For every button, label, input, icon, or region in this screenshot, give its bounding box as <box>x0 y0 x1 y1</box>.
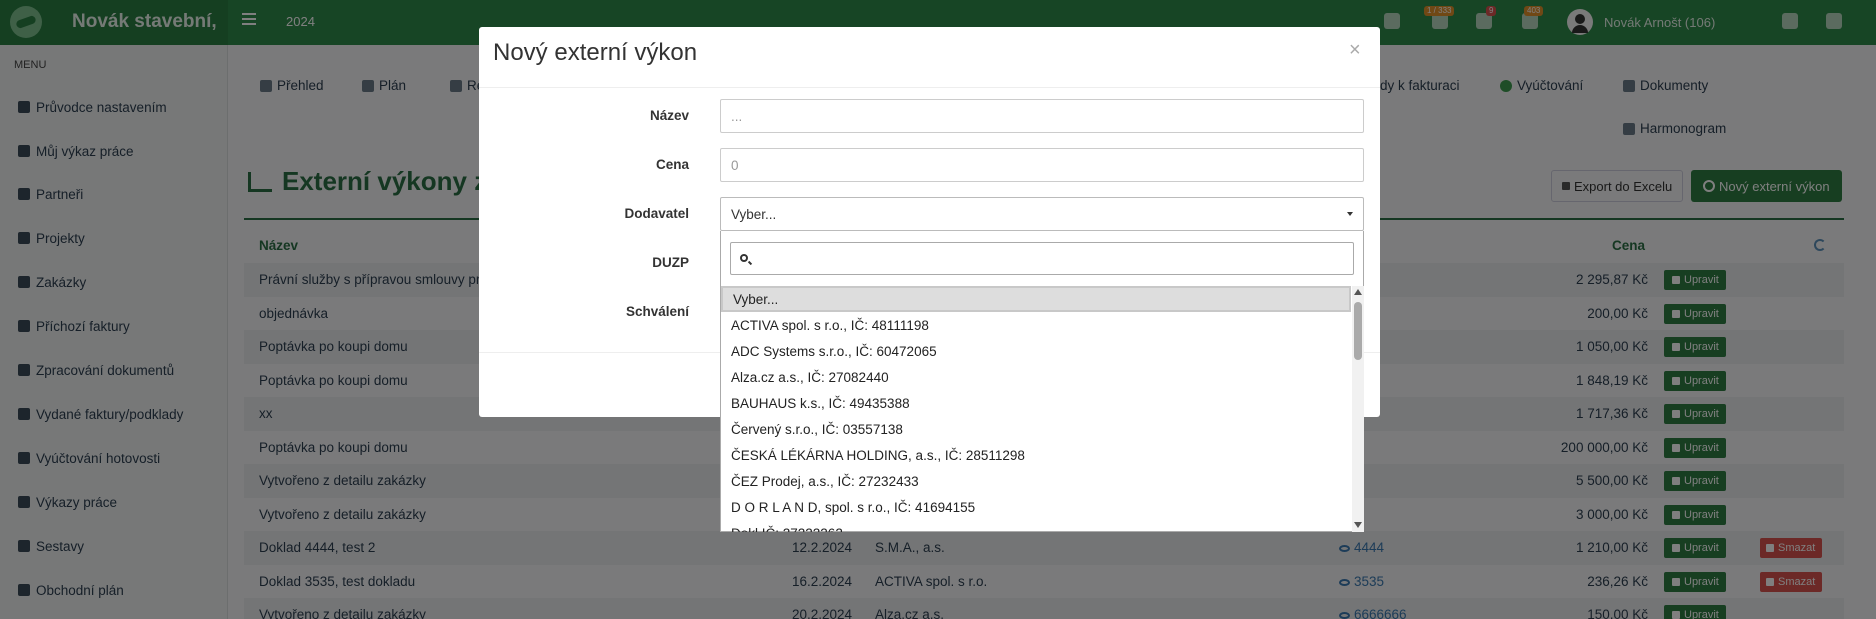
supplier-select-value: Vyber... <box>731 206 777 222</box>
modal-title: Nový externí výkon <box>493 39 698 66</box>
close-icon[interactable]: × <box>1349 39 1361 62</box>
caret-down-icon <box>1347 212 1353 216</box>
supplier-label: Dodavatel <box>624 206 689 221</box>
supplier-option[interactable]: ČESKÁ LÉKÁRNA HOLDING, a.s., IČ: 2851129… <box>721 442 1351 468</box>
supplier-search-field[interactable] <box>730 242 1354 275</box>
name-input[interactable] <box>720 99 1364 133</box>
approval-label: Schválení <box>625 304 689 319</box>
supplier-select[interactable]: Vyber... <box>720 197 1364 231</box>
scroll-down-arrow-icon[interactable] <box>1354 522 1362 528</box>
duzp-label: DUZP <box>652 255 689 270</box>
scroll-thumb[interactable] <box>1354 302 1362 360</box>
supplier-dropdown: Vyber... ACTIVA spol. s r.o., IČ: 481111… <box>720 231 1364 532</box>
price-label: Cena <box>655 157 689 172</box>
supplier-option[interactable]: Dekl IČ: 27222262 <box>721 520 1351 533</box>
supplier-option[interactable]: ACTIVA spol. s r.o., IČ: 48111198 <box>721 312 1351 338</box>
supplier-option[interactable]: ADC Systems s.r.o., IČ: 60472065 <box>721 338 1351 364</box>
price-input[interactable] <box>720 148 1364 182</box>
scroll-up-arrow-icon[interactable] <box>1354 289 1362 295</box>
dropdown-scrollbar[interactable] <box>1352 286 1364 532</box>
modal-header-divider <box>479 87 1380 88</box>
supplier-option[interactable]: Vyber... <box>721 286 1351 312</box>
supplier-options-list: Vyber... ACTIVA spol. s r.o., IČ: 481111… <box>721 286 1365 532</box>
supplier-option[interactable]: D O R L A N D, spol. s r.o., IČ: 4169415… <box>721 494 1351 520</box>
supplier-option[interactable]: BAUHAUS k.s., IČ: 49435388 <box>721 390 1351 416</box>
supplier-option[interactable]: ČEZ Prodej, a.s., IČ: 27232433 <box>721 468 1351 494</box>
search-icon <box>740 254 748 262</box>
name-label: Název <box>649 108 689 123</box>
supplier-option[interactable]: Červený s.r.o., IČ: 03557138 <box>721 416 1351 442</box>
supplier-option[interactable]: Alza.cz a.s., IČ: 27082440 <box>721 364 1351 390</box>
